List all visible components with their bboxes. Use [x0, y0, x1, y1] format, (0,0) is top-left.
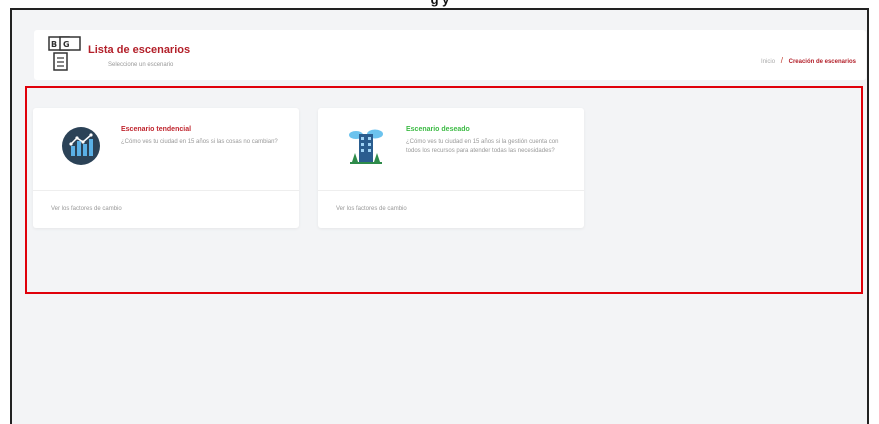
- breadcrumb-current: Creación de escenarios: [788, 59, 856, 65]
- page-header: B G Lista de escenarios Seleccione un es…: [34, 30, 866, 80]
- card-description: ¿Cómo ves tu ciudad en 15 años si las co…: [121, 139, 278, 145]
- view-factors-link[interactable]: Ver los factores de cambio: [51, 206, 122, 212]
- card-divider: [33, 190, 299, 191]
- breadcrumb-home-link[interactable]: Inicio: [761, 59, 775, 65]
- svg-text:B: B: [51, 40, 57, 49]
- scenario-card-tendencial[interactable]: Escenario tendencial ¿Cómo ves tu ciudad…: [33, 108, 299, 228]
- scenario-card-deseado[interactable]: Escenario deseado ¿Cómo ves tu ciudad en…: [318, 108, 584, 228]
- top-cropped-title: g y: [40, 0, 840, 8]
- card-title: Escenario deseado: [406, 126, 470, 133]
- card-title: Escenario tendencial: [121, 126, 192, 133]
- card-description: ¿Cómo ves tu ciudad en 15 años si la ges…: [406, 139, 559, 154]
- view-factors-link[interactable]: Ver los factores de cambio: [336, 206, 407, 212]
- breadcrumb-separator: /: [780, 56, 783, 65]
- card-divider: [318, 190, 584, 191]
- trend-chart-icon: [62, 127, 100, 165]
- breadcrumb: Inicio / Creación de escenarios: [761, 56, 856, 65]
- document-logo-icon: B G: [48, 36, 81, 71]
- svg-text:G: G: [63, 40, 70, 49]
- page-subtitle: Seleccione un escenario: [108, 62, 174, 68]
- city-building-icon: [349, 129, 383, 164]
- page-title: Lista de escenarios: [88, 44, 191, 56]
